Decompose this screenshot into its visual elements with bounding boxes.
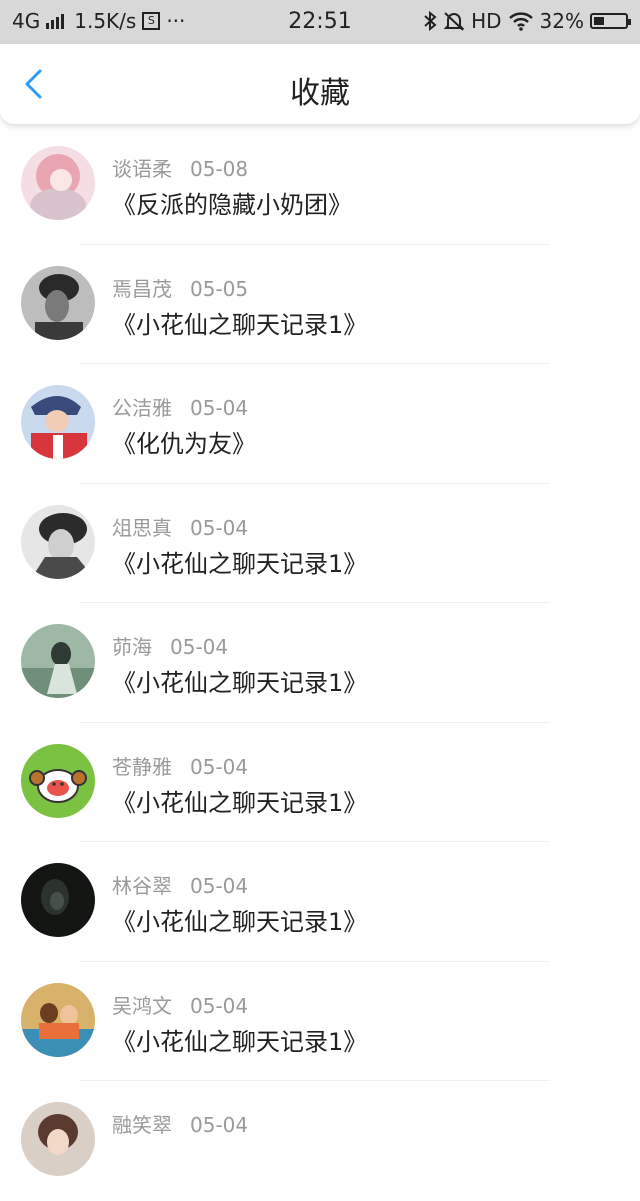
avatar — [21, 265, 95, 340]
favorites-list: 谈语柔 05-08 《反派的隐藏小奶团》 焉昌茂 05-05 《小花仙之聊天记录1》 — [0, 125, 640, 1201]
battery-percent: 32% — [539, 9, 584, 33]
author-name: 茆海 — [112, 635, 152, 659]
status-bar: 4G 1.5K/s S ··· 22:51 HD 32% — [0, 0, 640, 44]
item-title: 《反派的隐藏小奶团》 — [112, 191, 352, 219]
list-item[interactable]: 公洁雅 05-04 《化仇为友》 — [0, 364, 640, 484]
status-bar-right: HD 32% — [423, 9, 631, 33]
author-name: 苍静雅 — [112, 754, 172, 779]
list-item[interactable]: 焉昌茂 05-05 《小花仙之聊天记录1》 — [0, 245, 640, 364]
item-meta: 焉昌茂 05-05 — [112, 273, 248, 302]
item-meta: 俎思真 05-04 — [112, 512, 248, 541]
item-title: 《小花仙之聊天记录1》 — [112, 1027, 368, 1056]
item-date: 05-04 — [190, 515, 249, 540]
list-item[interactable]: 俎思真 05-04 《小花仙之聊天记录1》 — [0, 484, 640, 603]
item-title: 《化仇为友》 — [112, 430, 256, 458]
author-name: 林谷翠 — [112, 874, 172, 898]
item-date: 05-05 — [190, 276, 249, 301]
list-item[interactable]: 林谷翠 05-04 《小花仙之聊天记录1》 — [0, 842, 640, 962]
author-name: 吴鸿文 — [112, 993, 172, 1018]
item-meta: 吴鸿文 05-04 — [112, 990, 248, 1019]
item-date: 05-04 — [190, 754, 249, 779]
item-meta: 公洁雅 05-04 — [112, 392, 248, 421]
list-item[interactable]: 苍静雅 05-04 《小花仙之聊天记录1》 — [0, 723, 640, 842]
author-name: 俎思真 — [112, 515, 172, 540]
list-item[interactable]: 茆海 05-04 《小花仙之聊天记录1》 — [0, 603, 640, 723]
author-name: 谈语柔 — [112, 157, 172, 181]
author-name: 融笑翠 — [112, 1113, 172, 1137]
item-meta: 谈语柔 05-08 — [112, 153, 248, 182]
list-item[interactable]: 吴鸿文 05-04 《小花仙之聊天记录1》 — [0, 962, 640, 1081]
mute-icon — [443, 12, 465, 31]
avatar — [21, 863, 95, 937]
item-meta: 林谷翠 05-04 — [112, 870, 248, 899]
battery-icon — [590, 13, 631, 29]
item-date: 05-04 — [190, 1113, 249, 1137]
author-name: 焉昌茂 — [112, 276, 172, 301]
item-title: 《小花仙之聊天记录1》 — [112, 669, 368, 697]
avatar — [21, 1102, 95, 1176]
list-item[interactable]: 融笑翠 05-04 — [0, 1081, 640, 1201]
avatar — [21, 624, 95, 698]
item-date: 05-04 — [190, 874, 249, 898]
item-title: 《小花仙之聊天记录1》 — [112, 549, 368, 578]
item-title: 《小花仙之聊天记录1》 — [112, 788, 368, 817]
item-date: 05-04 — [190, 993, 249, 1018]
navigation-bar: 收藏 — [0, 44, 640, 124]
item-date: 05-04 — [190, 396, 249, 420]
item-meta: 苍静雅 05-04 — [112, 751, 248, 780]
page-title: 收藏 — [290, 76, 350, 111]
item-date: 05-08 — [190, 157, 249, 181]
battery-fill — [594, 17, 604, 25]
wifi-icon — [508, 12, 533, 31]
hd-indicator: HD — [471, 9, 502, 33]
list-item[interactable]: 谈语柔 05-08 《反派的隐藏小奶团》 — [0, 125, 640, 245]
avatar — [21, 743, 95, 818]
avatar — [21, 982, 95, 1057]
avatar — [21, 385, 95, 459]
bluetooth-icon — [424, 11, 437, 31]
item-title: 《小花仙之聊天记录1》 — [112, 310, 368, 339]
item-date: 05-04 — [170, 635, 229, 659]
item-meta: 融笑翠 05-04 — [112, 1109, 248, 1138]
avatar — [21, 146, 95, 220]
author-name: 公洁雅 — [112, 396, 172, 420]
item-title: 《小花仙之聊天记录1》 — [112, 908, 368, 936]
item-meta: 茆海 05-04 — [112, 631, 228, 660]
avatar — [21, 504, 95, 579]
